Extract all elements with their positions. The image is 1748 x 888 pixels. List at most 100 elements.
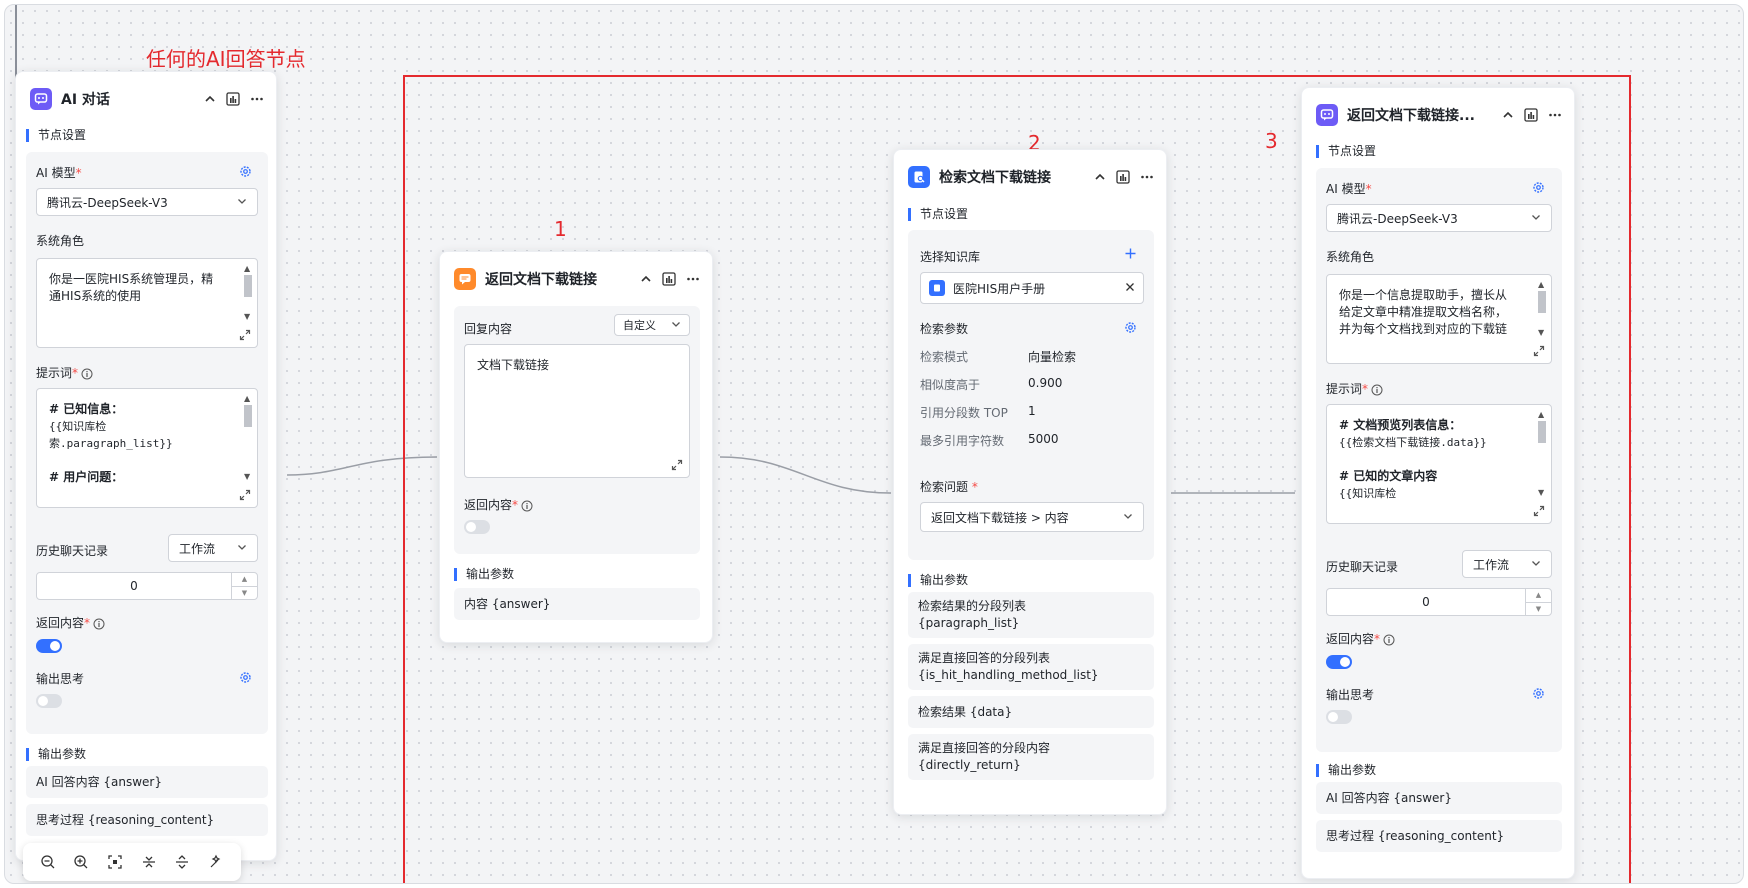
chevron-down-icon [1531, 211, 1541, 225]
chevron-down-icon [1123, 510, 1133, 524]
increment-button[interactable]: ▲ [1526, 589, 1551, 602]
scrollbar[interactable]: ▲ ▼ [1537, 411, 1547, 497]
close-icon[interactable] [1125, 281, 1135, 295]
info-icon[interactable] [93, 618, 105, 630]
param-key: 最多引用字符数 [920, 434, 1005, 448]
gear-icon[interactable] [1532, 687, 1545, 700]
prompt-textarea[interactable]: # 文档预览列表信息： {{检索文档下载链接.data}} # 已知的文章内容 … [1326, 404, 1552, 524]
gear-icon[interactable] [239, 671, 252, 684]
return-content-label: 返回内容* [1326, 630, 1395, 647]
search-question-select[interactable]: 返回文档下载链接 > 内容 [920, 502, 1144, 532]
info-icon[interactable] [81, 368, 93, 380]
reply-content-textarea[interactable]: 文档下载链接 [464, 344, 690, 478]
stats-icon[interactable] [226, 92, 240, 106]
decrement-button[interactable]: ▼ [232, 585, 257, 600]
node-search[interactable]: 检索文档下载链接 节点设置 选择知识库 医院HIS用户手册 检索参数 检索模式 … [893, 149, 1167, 815]
decrement-button[interactable]: ▼ [1526, 601, 1551, 616]
collapse-icon[interactable] [640, 273, 652, 285]
history-count-stepper[interactable]: 0 ▲ ▼ [1326, 588, 1552, 616]
node-reply[interactable]: 返回文档下载链接 回复内容 自定义 文档下载链接 返回内容* 输出参数 内容 {… [439, 251, 713, 643]
search-params-label: 检索参数 [920, 322, 969, 336]
node-title: AI 对话 [61, 92, 110, 108]
chat-icon [30, 88, 52, 110]
output-thinking-toggle[interactable] [36, 694, 62, 708]
history-select[interactable]: 工作流 [1462, 550, 1552, 578]
expand-all-icon[interactable] [174, 854, 190, 870]
scrollbar[interactable]: ▲ ▼ [243, 265, 253, 321]
output-thinking-toggle[interactable] [1326, 710, 1352, 724]
expand-icon[interactable] [239, 329, 251, 341]
output-param-item: 检索结果 {data} [908, 696, 1154, 728]
knowledge-base-label: 选择知识库 [920, 250, 981, 264]
system-role-textarea[interactable]: 你是一医院HIS系统管理员，精 通HIS系统的使用 ▲ ▼ [36, 258, 258, 348]
info-icon[interactable] [521, 500, 533, 512]
section-output-params: 输出参数 [454, 568, 514, 581]
expand-icon[interactable] [1533, 345, 1545, 357]
stats-icon[interactable] [662, 272, 676, 286]
output-param-item: 检索结果的分段列表 {paragraph_list} [908, 592, 1154, 638]
collapse-icon[interactable] [1094, 171, 1106, 183]
more-icon[interactable] [1140, 170, 1154, 184]
section-node-settings: 节点设置 [26, 129, 86, 142]
node-ai-chat[interactable]: AI 对话 节点设置 AI 模型* 腾讯云-DeepSeek-V3 系统角色 你… [15, 71, 277, 861]
expand-icon[interactable] [671, 459, 683, 471]
ai-model-select[interactable]: 腾讯云-DeepSeek-V3 [1326, 204, 1552, 232]
section-output-params: 输出参数 [26, 748, 86, 761]
node-title: 返回文档下载链接... [1347, 108, 1475, 124]
zoom-out-icon[interactable] [40, 854, 56, 870]
collapse-all-icon[interactable] [141, 854, 157, 870]
more-icon[interactable] [1548, 108, 1562, 122]
chevron-down-icon [671, 319, 681, 332]
add-icon[interactable] [1124, 247, 1137, 260]
prompt-label: 提示词* [1326, 380, 1383, 397]
section-output-params: 输出参数 [1316, 764, 1376, 777]
annotation-title: 任何的AI回答节点 [146, 47, 306, 71]
expand-icon[interactable] [239, 489, 251, 501]
ai-model-select[interactable]: 腾讯云-DeepSeek-V3 [36, 188, 258, 216]
canvas-toolbar [23, 843, 241, 881]
search-question-label: 检索问题 * [920, 480, 978, 494]
prompt-textarea[interactable]: # 已知信息： {{知识库检 索.paragraph_list}} # 用户问题… [36, 388, 258, 508]
reply-content-label: 回复内容 [464, 322, 513, 336]
return-content-toggle[interactable] [1326, 655, 1352, 669]
info-icon[interactable] [1371, 384, 1383, 396]
output-param-item: 思考过程 {reasoning_content} [26, 804, 268, 836]
knowledge-base-tag[interactable]: 医院HIS用户手册 [920, 272, 1144, 304]
node-ai-return[interactable]: 返回文档下载链接... 节点设置 AI 模型* 腾讯云-DeepSeek-V3 … [1301, 87, 1575, 879]
info-icon[interactable] [1383, 634, 1395, 646]
gear-icon[interactable] [239, 165, 252, 178]
beautify-icon[interactable] [208, 854, 224, 870]
expand-icon[interactable] [1533, 505, 1545, 517]
more-icon[interactable] [250, 92, 264, 106]
param-value: 0.900 [1028, 376, 1063, 390]
history-label: 历史聊天记录 [36, 544, 109, 558]
collapse-icon[interactable] [1502, 109, 1514, 121]
gear-icon[interactable] [1124, 321, 1137, 334]
stats-icon[interactable] [1116, 170, 1130, 184]
increment-button[interactable]: ▲ [232, 573, 257, 586]
search-node-icon [908, 166, 930, 188]
output-param-item: 思考过程 {reasoning_content} [1316, 820, 1562, 852]
param-value: 5000 [1028, 432, 1059, 446]
knowledge-base-icon [929, 280, 945, 296]
scrollbar[interactable]: ▲ ▼ [243, 395, 253, 481]
chevron-down-icon [237, 541, 247, 555]
history-count-stepper[interactable]: 0 ▲ ▼ [36, 572, 258, 600]
reply-mode-select[interactable]: 自定义 [614, 314, 690, 336]
system-role-textarea[interactable]: 你是一个信息提取助手，擅长从 给定文章中精准提取文档名称， 并为每个文档找到对应的下… [1326, 274, 1552, 364]
more-icon[interactable] [686, 272, 700, 286]
stats-icon[interactable] [1524, 108, 1538, 122]
zoom-in-icon[interactable] [73, 854, 89, 870]
return-content-toggle[interactable] [464, 520, 490, 534]
output-thinking-label: 输出思考 [1326, 688, 1375, 702]
scrollbar[interactable]: ▲ ▼ [1537, 281, 1547, 337]
history-select[interactable]: 工作流 [168, 534, 258, 562]
return-content-toggle[interactable] [36, 639, 62, 653]
param-key: 相似度高于 [920, 378, 981, 392]
param-key: 引用分段数 TOP [920, 406, 1008, 420]
section-output-params: 输出参数 [908, 574, 968, 587]
gear-icon[interactable] [1532, 181, 1545, 194]
workflow-canvas[interactable]: 任何的AI回答节点 1 2 3 AI 对话 节点设置 AI 模型* 腾讯云-De… [4, 4, 1744, 884]
fit-view-icon[interactable] [107, 854, 123, 870]
collapse-icon[interactable] [204, 93, 216, 105]
